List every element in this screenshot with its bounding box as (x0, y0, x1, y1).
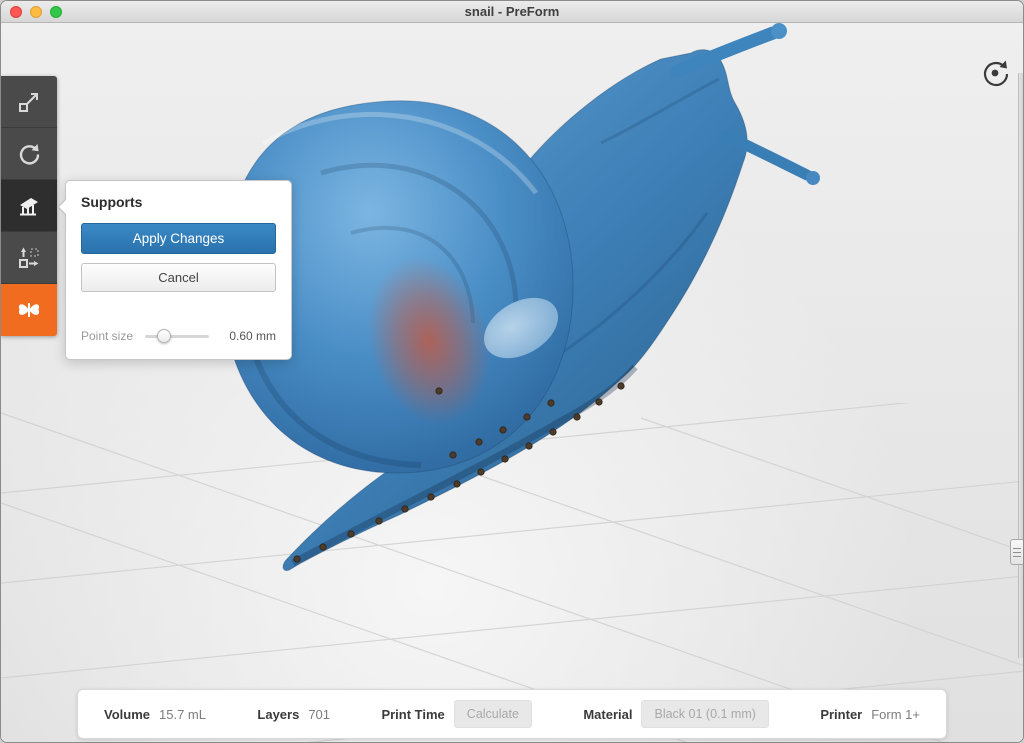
tentacle-upper (677, 33, 773, 71)
layers-stat: Layers 701 (257, 707, 330, 722)
material-button[interactable]: Black 01 (0.1 mm) (641, 700, 768, 728)
tool-sidebar (1, 76, 57, 336)
status-bar: Volume 15.7 mL Layers 701 Print Time Cal… (77, 689, 947, 739)
tool-print-button[interactable] (1, 284, 57, 336)
point-size-row: Point size 0.60 mm (81, 329, 276, 343)
print-time-label: Print Time (381, 707, 444, 722)
minimize-button[interactable] (30, 6, 42, 18)
layout-icon (16, 245, 42, 271)
layers-value: 701 (308, 707, 330, 722)
apply-changes-button[interactable]: Apply Changes (81, 223, 276, 254)
point-size-slider-handle[interactable] (157, 329, 171, 343)
tool-size-button[interactable] (1, 76, 57, 128)
3d-viewport[interactable] (1, 23, 1024, 743)
rotate-icon (16, 141, 42, 167)
butterfly-icon (15, 297, 43, 323)
printer-value: Form 1+ (871, 707, 920, 722)
preform-window: snail - PreForm (0, 0, 1024, 743)
supports-icon (16, 193, 42, 219)
tentacle-lower-tip (806, 171, 820, 185)
printer-label: Printer (820, 707, 862, 722)
window-title: snail - PreForm (1, 1, 1023, 22)
printer-stat: Printer Form 1+ (820, 707, 920, 722)
zoom-button[interactable] (50, 6, 62, 18)
volume-stat: Volume 15.7 mL (104, 707, 206, 722)
layer-slider-handle[interactable] (1010, 539, 1023, 565)
material-label: Material (583, 707, 632, 722)
point-size-slider[interactable] (145, 335, 209, 338)
tool-orient-button[interactable] (1, 128, 57, 180)
volume-value: 15.7 mL (159, 707, 206, 722)
supports-panel-title: Supports (81, 194, 276, 210)
layers-label: Layers (257, 707, 299, 722)
point-size-value: 0.60 mm (229, 329, 276, 343)
point-size-label: Point size (81, 329, 133, 343)
tool-supports-button[interactable] (1, 180, 57, 232)
orbit-view-button[interactable] (979, 57, 1011, 89)
snail-model[interactable] (223, 23, 820, 571)
layer-slider-track[interactable] (1018, 73, 1023, 658)
tentacle-upper-tip (771, 23, 787, 39)
material-stat: Material Black 01 (0.1 mm) (583, 700, 769, 728)
print-time-stat: Print Time Calculate (381, 700, 531, 728)
tool-layout-button[interactable] (1, 232, 57, 284)
orbit-view-icon (979, 57, 1011, 89)
scene-canvas (1, 23, 1024, 743)
scale-icon (16, 89, 42, 115)
cancel-button[interactable]: Cancel (81, 263, 276, 292)
window-controls (10, 6, 62, 18)
close-button[interactable] (10, 6, 22, 18)
titlebar: snail - PreForm (1, 1, 1023, 23)
calculate-button[interactable]: Calculate (454, 700, 532, 728)
volume-label: Volume (104, 707, 150, 722)
supports-panel: Supports Apply Changes Cancel Point size… (65, 180, 292, 360)
